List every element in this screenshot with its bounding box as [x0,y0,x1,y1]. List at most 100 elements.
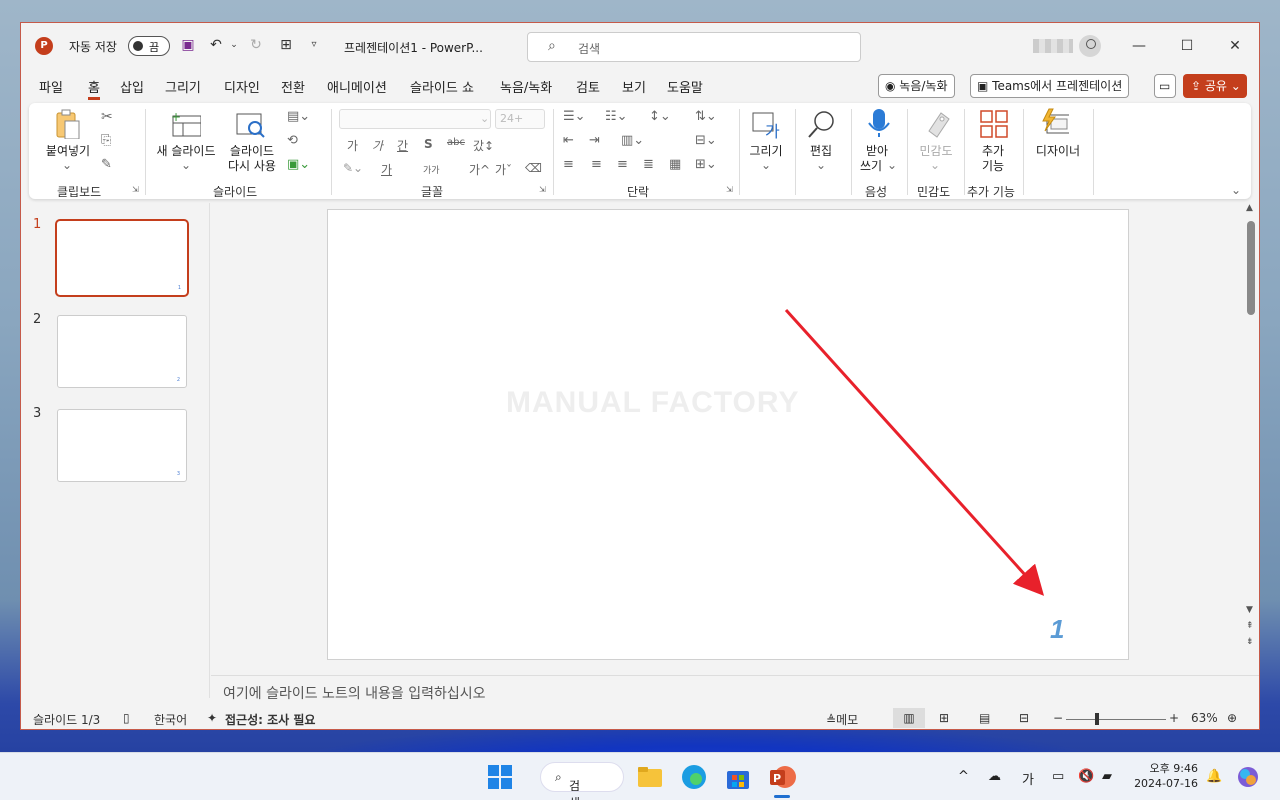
windows-start-icon[interactable] [486,763,514,791]
slide-thumbnail-1[interactable]: 1 [55,219,189,297]
save-icon[interactable]: ▣ [179,36,197,54]
copy-icon[interactable]: ⎘ [101,133,111,148]
shapes-icon[interactable]: 가 [751,109,781,139]
align-left-icon[interactable]: ≡ [563,157,574,172]
minimize-button[interactable]: — [1124,33,1154,59]
edge-browser-icon[interactable] [680,763,708,791]
text-direction-icon[interactable]: ⇅⌄ [695,109,717,124]
notes-field[interactable]: 여기에 슬라이드 노트의 내용을 입력하십시오 [211,675,1259,705]
tab-transitions[interactable]: 전환 [281,77,305,96]
pane-divider[interactable] [209,203,210,698]
underline-icon[interactable]: 간 [397,137,408,154]
reuse-slides-label-2[interactable]: 다시 사용 [223,159,281,174]
tab-slideshow[interactable]: 슬라이드 쇼 [410,77,474,96]
tab-file[interactable]: 파일 [39,77,63,96]
show-hidden-icons[interactable]: ^ [958,769,969,784]
share-button[interactable]: ⇪ 공유 ⌄ [1183,74,1247,98]
microphone-icon[interactable] [865,107,895,137]
slide-thumbnail-2[interactable]: 2 [57,315,187,388]
justify-icon[interactable]: ≣ [643,157,654,172]
tab-view[interactable]: 보기 [622,77,646,96]
battery-icon[interactable]: ▰ [1102,769,1112,784]
smartart-icon[interactable]: ⊞⌄ [695,157,717,172]
tab-recording[interactable]: 녹음/녹화 [500,77,552,96]
clock[interactable]: 오후 9:46 2024-07-16 [1132,761,1198,791]
font-size-select[interactable]: 24+ [495,109,545,129]
zoom-level[interactable]: 63% [1191,711,1218,725]
align-right-icon[interactable]: ≡ [617,157,628,172]
tab-design[interactable]: 디자인 [224,77,260,96]
paste-dropdown-icon[interactable]: ⌄ [62,158,72,172]
clear-format-icon[interactable]: ⌫ [525,161,542,175]
font-color-icon[interactable]: 가 [381,161,392,178]
comments-button[interactable]: ▭ [1154,74,1176,98]
accessibility-icon[interactable]: ✦ [207,711,217,725]
char-spacing-icon[interactable]: 갔↕ [473,137,494,154]
notification-bell-icon[interactable]: 🔔 [1206,769,1222,784]
slide-sorter-icon[interactable]: ⊞ [939,711,949,725]
increase-indent-icon[interactable]: ⇥ [589,133,600,148]
maximize-button[interactable]: ☐ [1172,33,1202,59]
new-slide-label[interactable]: 새 슬라이드 [151,144,221,159]
font-name-select[interactable]: ⌄ [339,109,491,129]
shadow-icon[interactable]: S [424,137,433,151]
grow-font-icon[interactable]: 가^ [469,161,490,178]
onedrive-icon[interactable]: ☁ [988,769,1001,784]
slide-thumbnail-3[interactable]: 3 [57,409,187,482]
addins-label-2[interactable]: 기능 [973,159,1013,174]
new-slide-dropdown-icon[interactable]: ⌄ [181,158,191,172]
network-icon[interactable]: ▭ [1052,769,1064,784]
taskbar-search[interactable]: ⌕ 검색 [540,762,624,800]
close-button[interactable]: ✕ [1220,33,1250,59]
tab-animations[interactable]: 애니메이션 [327,77,387,96]
redo-icon[interactable]: ↻ [247,36,265,54]
sensitivity-icon[interactable] [923,109,953,139]
bold-icon[interactable]: 가 [347,137,358,154]
zoom-slider[interactable] [1066,719,1166,720]
strikethrough-icon[interactable]: abc [447,137,465,148]
dictate-dropdown-icon[interactable]: ⌄ [887,158,897,172]
sensitivity-label[interactable]: 민감도 [913,144,959,159]
previous-slide-icon[interactable]: ⇞ [1246,621,1254,631]
autosave-toggle[interactable]: 끔 [128,36,170,56]
spelling-icon[interactable]: ▯ [123,711,130,725]
reuse-slides-label-1[interactable]: 슬라이드 [223,144,281,159]
copilot-icon[interactable] [1236,765,1264,793]
line-spacing-icon[interactable]: ↕⌄ [649,109,671,124]
align-center-icon[interactable]: ≡ [591,157,602,172]
store-icon[interactable] [724,763,752,791]
powerpoint-taskbar-icon[interactable]: P [768,763,796,791]
search-input[interactable]: ⌕ 검색 [527,32,861,62]
avatar[interactable] [1079,35,1101,57]
dictate-label-1[interactable]: 받아 [855,144,899,159]
edit-dropdown-icon[interactable]: ⌄ [816,158,826,172]
decrease-indent-icon[interactable]: ⇤ [563,133,574,148]
tab-review[interactable]: 검토 [576,77,600,96]
tab-insert[interactable]: 삽입 [120,77,144,96]
ime-indicator[interactable]: 가 [1022,769,1034,788]
volume-icon[interactable]: 🔇 [1078,769,1094,784]
designer-icon[interactable] [1039,107,1069,137]
fit-to-window-icon[interactable]: ⊕ [1227,711,1237,725]
addins-icon[interactable] [979,109,1009,139]
italic-icon[interactable]: 가 [372,137,383,154]
scrollbar-thumb[interactable] [1247,221,1255,315]
zoom-slider-thumb[interactable] [1095,713,1099,725]
columns-icon[interactable]: ▥⌄ [621,133,644,148]
tab-draw[interactable]: 그리기 [165,77,201,96]
sensitivity-dropdown-icon[interactable]: ⌄ [930,158,940,172]
undo-icon[interactable]: ↶ [207,36,225,54]
paste-label[interactable]: 붙여넣기 [43,144,93,159]
file-explorer-icon[interactable] [636,763,664,791]
bullets-icon[interactable]: ☰⌄ [563,109,586,124]
paste-icon[interactable] [53,109,83,139]
collapse-ribbon-icon[interactable]: ⌄ [1231,183,1241,197]
cut-icon[interactable]: ✂ [101,109,113,125]
align-text-icon[interactable]: ⊟⌄ [695,133,717,148]
zoom-in-icon[interactable]: + [1169,711,1179,725]
notes-button[interactable]: ≜메모 [826,711,858,728]
change-case-icon[interactable]: 가가 [423,163,440,176]
draw-dropdown-icon[interactable]: ⌄ [761,158,771,172]
section-icon[interactable]: ▣⌄ [287,157,310,172]
addins-label-1[interactable]: 추가 [973,144,1013,159]
